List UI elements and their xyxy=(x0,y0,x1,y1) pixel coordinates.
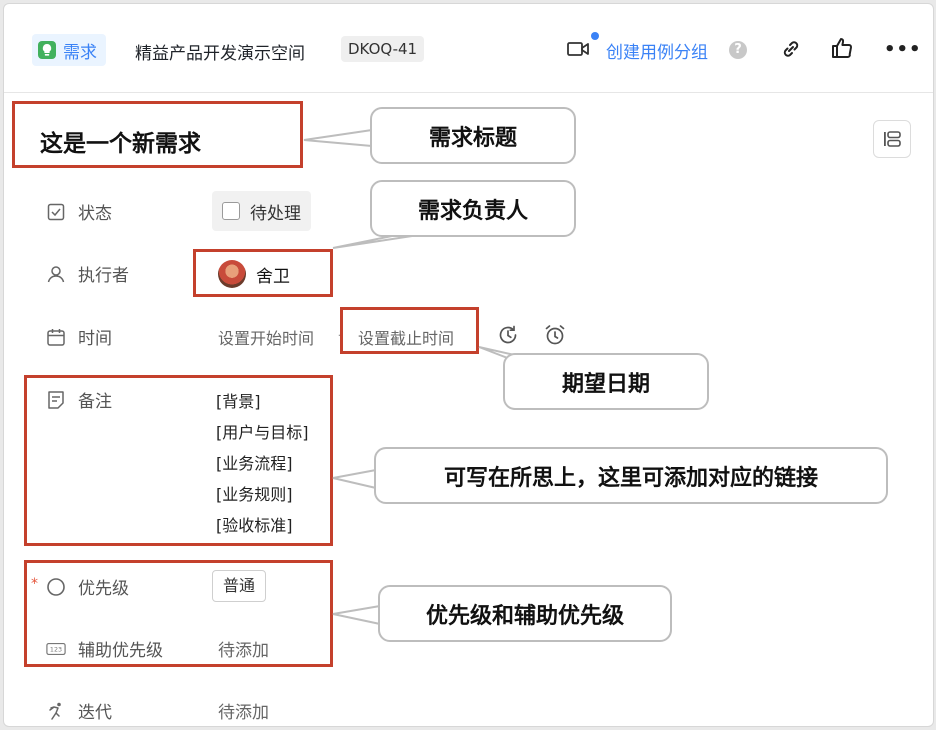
alarm-clock-icon[interactable] xyxy=(543,323,567,351)
assignee-callout: 需求负责人 xyxy=(370,180,576,237)
task-type-badge[interactable]: 需求 xyxy=(32,34,106,66)
due-date-highlight-box xyxy=(340,307,479,354)
status-selector[interactable]: 待处理 xyxy=(212,191,311,231)
project-space-name[interactable]: 精益产品开发演示空间 xyxy=(135,39,305,64)
notes-highlight-box xyxy=(24,375,333,546)
calendar-icon xyxy=(46,327,66,347)
time-field-label: 时间 xyxy=(46,324,112,349)
assignee-highlight-box xyxy=(193,249,333,297)
status-checkbox[interactable] xyxy=(222,202,240,220)
assignee-label: 执行者 xyxy=(78,266,129,286)
link-icon[interactable] xyxy=(780,38,802,64)
more-icon[interactable]: ••• xyxy=(884,41,922,59)
task-key-badge[interactable]: DKOQ-41 xyxy=(341,36,425,62)
start-time-input[interactable]: 设置开始时间 xyxy=(218,325,314,349)
iteration-value[interactable]: 待添加 xyxy=(218,698,269,723)
notification-dot xyxy=(591,32,599,40)
status-value: 待处理 xyxy=(250,203,301,224)
priority-callout: 优先级和辅助优先级 xyxy=(378,585,672,642)
checkbox-square-icon xyxy=(46,202,66,222)
create-test-case-group-link[interactable]: 创建用例分组 xyxy=(606,38,708,63)
time-label: 时间 xyxy=(78,329,112,349)
priority-highlight-box xyxy=(24,560,333,667)
task-type-label: 需求 xyxy=(63,42,97,63)
thumbs-up-icon[interactable] xyxy=(830,36,854,64)
due-date-callout: 期望日期 xyxy=(503,353,709,410)
iteration-label: 迭代 xyxy=(78,703,112,723)
user-icon xyxy=(46,264,66,284)
task-header-bar: 需求 精益产品开发演示空间 DKOQ-41 创建用例分组 ? ••• xyxy=(4,4,933,93)
layout-toggle-button[interactable] xyxy=(873,120,911,158)
video-icon[interactable] xyxy=(567,40,589,62)
iteration-field-label: 迭代 xyxy=(46,698,112,723)
title-highlight-box xyxy=(12,101,303,168)
help-icon[interactable]: ? xyxy=(729,41,747,59)
assignee-field-label: 执行者 xyxy=(46,261,129,286)
status-field-label: 状态 xyxy=(46,199,112,224)
repeat-clock-icon[interactable] xyxy=(497,324,519,350)
title-callout: 需求标题 xyxy=(370,107,576,164)
lightbulb-icon xyxy=(38,41,56,59)
notes-callout: 可写在所思上，这里可添加对应的链接 xyxy=(374,447,888,504)
status-label: 状态 xyxy=(78,204,112,224)
sprint-runner-icon xyxy=(46,701,66,721)
